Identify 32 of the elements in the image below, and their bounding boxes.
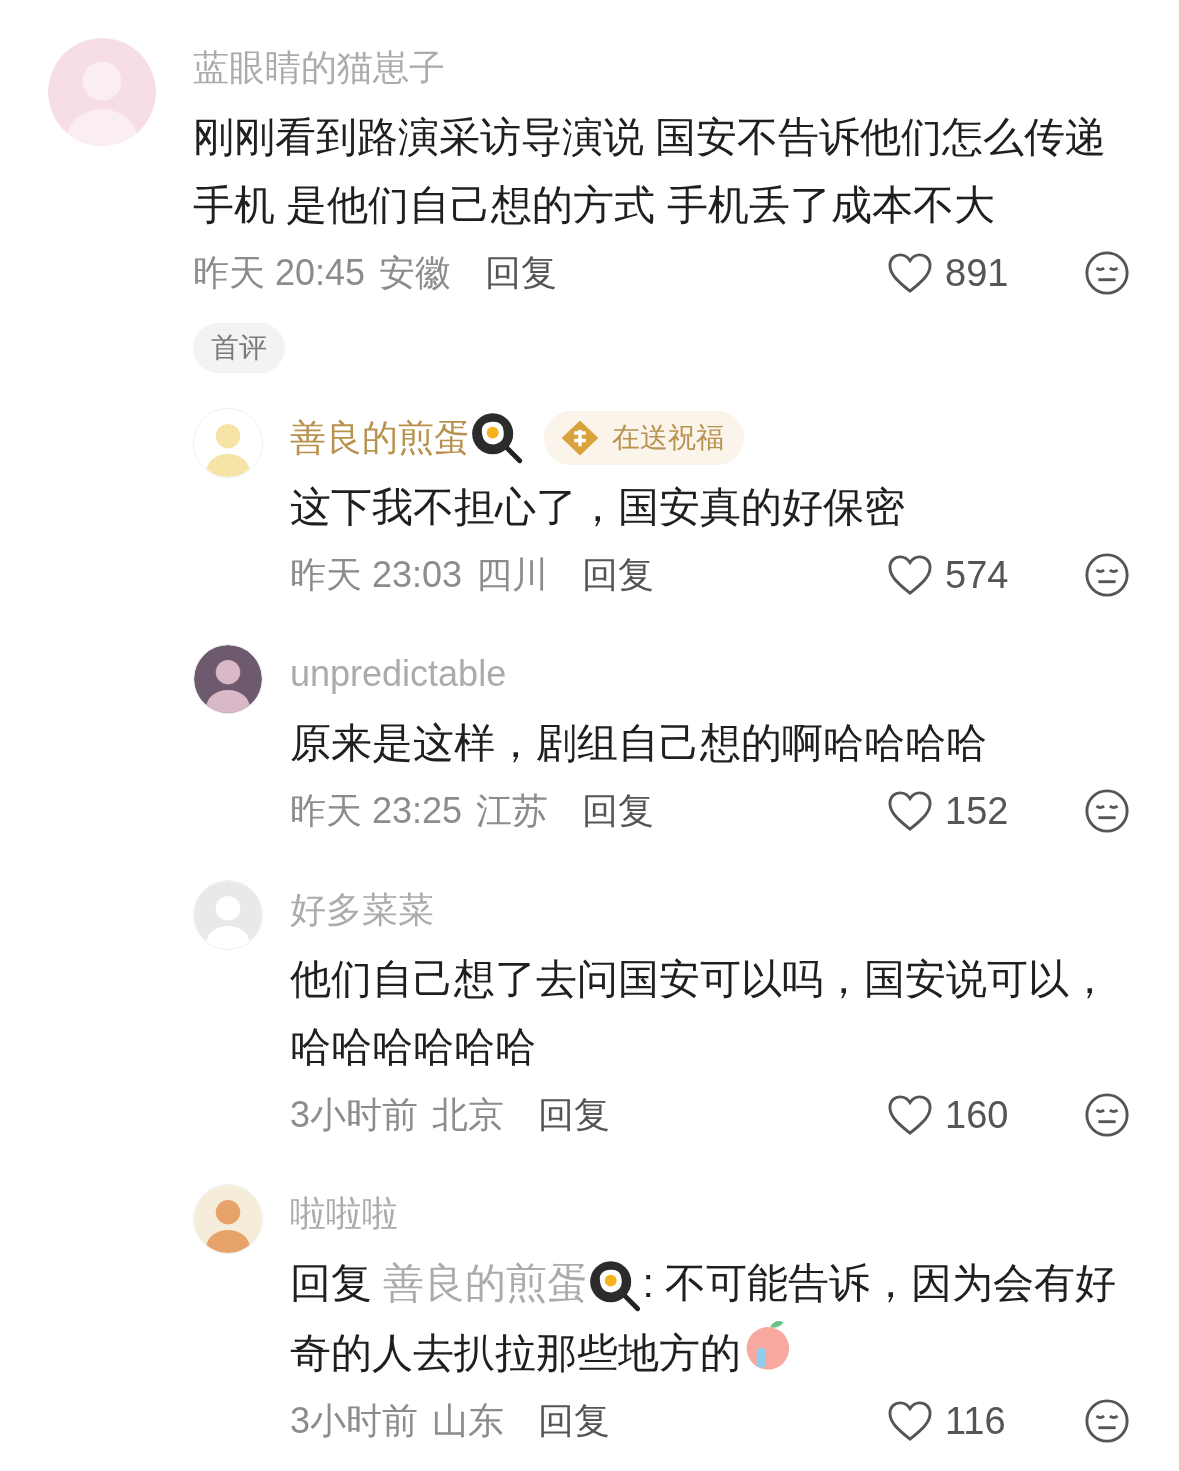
timestamp: 昨天 23:25 bbox=[290, 789, 463, 833]
timestamp: 昨天 20:45 bbox=[193, 251, 366, 295]
location-text: 山东 bbox=[432, 1399, 505, 1443]
comment-text: 这下我不担心了，国安真的好保密 bbox=[290, 483, 906, 532]
location-text: 江苏 bbox=[476, 789, 549, 833]
reply-button[interactable]: 回复 bbox=[538, 1088, 611, 1142]
blessing-badge: 在送祝福 bbox=[544, 411, 744, 465]
first-comment-tag: 首评 bbox=[193, 323, 285, 373]
comment-text: 原来是这样，剧组自己想的啊哈哈哈哈 bbox=[290, 719, 988, 768]
face-icon[interactable] bbox=[1084, 1398, 1130, 1444]
face-icon[interactable] bbox=[1084, 552, 1130, 598]
location-text: 北京 bbox=[432, 1093, 505, 1137]
face-icon[interactable] bbox=[1084, 250, 1130, 296]
face-icon[interactable] bbox=[1084, 788, 1130, 834]
like-button[interactable]: 116 bbox=[887, 1392, 1084, 1450]
timestamp: 3小时前 bbox=[290, 1399, 419, 1443]
timestamp: 昨天 23:03 bbox=[290, 553, 463, 597]
location-text: 四川 bbox=[476, 553, 549, 597]
reply-button[interactable]: 回复 bbox=[582, 548, 655, 602]
like-button[interactable]: 160 bbox=[887, 1086, 1084, 1144]
reply-button[interactable]: 回复 bbox=[485, 246, 558, 300]
comment-text: 他们自己想了去问国安可以吗，国安说可以，哈哈哈哈哈哈 bbox=[290, 955, 1111, 1072]
like-button[interactable]: 891 bbox=[887, 244, 1084, 302]
like-button[interactable]: 574 bbox=[887, 546, 1084, 604]
like-button[interactable]: 152 bbox=[887, 782, 1084, 840]
reply-button[interactable]: 回复 bbox=[538, 1394, 611, 1448]
comment-text: 回复 善良的煎蛋 : 不可能告诉，因为会有好奇的人去扒拉那些地方的 bbox=[290, 1258, 1118, 1378]
timestamp: 3小时前 bbox=[290, 1093, 419, 1137]
face-icon[interactable] bbox=[1084, 1092, 1130, 1138]
reply-button[interactable]: 回复 bbox=[582, 784, 655, 838]
location-text: 安徽 bbox=[379, 251, 452, 295]
comment-text: 刚刚看到路演采访导演说 国安不告诉他们怎么传递手机 是他们自己想的方式 手机丢了成本不大 bbox=[193, 113, 1108, 230]
